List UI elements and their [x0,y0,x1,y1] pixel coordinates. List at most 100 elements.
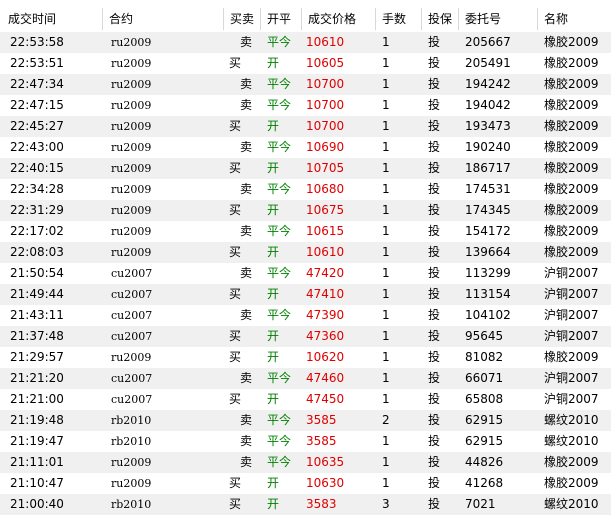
order-no-cell: 62915 [465,413,504,427]
trade-time-cell: 21:19:47 [10,434,64,448]
name-cell: 橡胶2009 [544,77,599,91]
table-row[interactable]: 22:47:15 ru2009 卖 平今 10700 1 投 194042 橡胶2009 [0,95,611,116]
price-cell: 10635 [306,455,345,469]
table-row[interactable]: 22:34:28 ru2009 卖 平今 10680 1 投 174531 橡胶2009 [0,179,611,200]
order-no-cell: 113154 [465,287,511,301]
contract-cell: cu2007 [111,288,153,301]
open-close-cell: 开 [267,329,280,343]
side-cell: 卖 [239,224,252,238]
table-row[interactable]: 21:21:00 cu2007 买 开 47450 1 投 65808 沪铜2007 [0,389,611,410]
table-row[interactable]: 21:29:57 ru2009 买 开 10620 1 投 81082 橡胶2009 [0,347,611,368]
side-cell: 买 [229,161,242,175]
hedge-cell: 投 [428,56,441,70]
hedge-cell: 投 [428,35,441,49]
table-row[interactable]: 21:11:01 ru2009 卖 平今 10635 1 投 44826 橡胶2009 [0,452,611,473]
contract-cell: ru2009 [111,456,152,469]
trade-time-cell: 21:50:54 [10,266,64,280]
table-row[interactable]: 22:47:34 ru2009 卖 平今 10700 1 投 194242 橡胶2009 [0,74,611,95]
side-cell: 买 [229,329,242,343]
name-cell: 橡胶2009 [544,161,599,175]
hedge-cell: 投 [428,476,441,490]
table-row[interactable]: 21:50:54 cu2007 卖 平今 47420 1 投 113299 沪铜2007 [0,263,611,284]
qty-cell: 1 [382,140,390,154]
side-cell: 卖 [239,308,252,322]
contract-cell: ru2009 [111,99,152,112]
open-close-cell: 开 [267,119,280,133]
trade-history-table: 成交时间 合约 买卖 开平 成交价格 手数 投保 委托号 名称 22:53:58… [0,0,611,519]
side-cell: 卖 [239,434,252,448]
column-header-order-no[interactable]: 委托号 [459,8,538,30]
table-row[interactable]: 21:19:48 rb2010 卖 平今 3585 2 投 62915 螺纹2010 [0,410,611,431]
price-cell: 10615 [306,224,345,238]
price-cell: 10610 [306,245,345,259]
table-row[interactable]: 22:43:00 ru2009 卖 平今 10690 1 投 190240 橡胶2009 [0,137,611,158]
column-header-open-close[interactable]: 开平 [261,8,302,30]
hedge-cell: 投 [428,455,441,469]
table-row[interactable]: 22:53:58 ru2009 卖 平今 10610 1 投 205667 橡胶2009 [0,32,611,53]
open-close-cell: 平今 [267,413,292,427]
price-cell: 10680 [306,182,345,196]
side-cell: 卖 [239,182,252,196]
open-close-cell: 平今 [267,371,292,385]
table-row[interactable]: 21:21:20 cu2007 卖 平今 47460 1 投 66071 沪铜2007 [0,368,611,389]
side-cell: 买 [229,497,242,511]
qty-cell: 1 [382,77,390,91]
contract-cell: ru2009 [111,120,152,133]
contract-cell: cu2007 [111,372,153,385]
table-row[interactable]: 21:49:44 cu2007 买 开 47410 1 投 113154 沪铜2007 [0,284,611,305]
open-close-cell: 开 [267,161,280,175]
qty-cell: 1 [382,455,390,469]
table-row[interactable]: 21:19:47 rb2010 卖 平今 3585 1 投 62915 螺纹2010 [0,431,611,452]
column-header-name[interactable]: 名称 [538,8,611,30]
open-close-cell: 开 [267,287,280,301]
table-row[interactable]: 22:31:29 ru2009 买 开 10675 1 投 174345 橡胶2009 [0,200,611,221]
price-cell: 47390 [306,308,345,322]
contract-cell: ru2009 [111,162,152,175]
order-no-cell: 44826 [465,455,504,469]
qty-cell: 1 [382,224,390,238]
price-cell: 47460 [306,371,345,385]
contract-cell: ru2009 [111,351,152,364]
column-header-hedge[interactable]: 投保 [422,8,459,30]
table-row[interactable]: 22:17:02 ru2009 卖 平今 10615 1 投 154172 橡胶2009 [0,221,611,242]
column-header-qty[interactable]: 手数 [376,8,422,30]
price-cell: 10705 [306,161,345,175]
price-cell: 10610 [306,35,345,49]
price-cell: 10630 [306,476,345,490]
qty-cell: 1 [382,182,390,196]
hedge-cell: 投 [428,497,441,511]
table-row[interactable]: 22:45:27 ru2009 买 开 10700 1 投 193473 橡胶2009 [0,116,611,137]
order-no-cell: 194242 [465,77,511,91]
name-cell: 螺纹2010 [544,497,599,511]
open-close-cell: 开 [267,392,280,406]
table-row[interactable]: 22:40:15 ru2009 买 开 10705 1 投 186717 橡胶2009 [0,158,611,179]
open-close-cell: 开 [267,203,280,217]
hedge-cell: 投 [428,350,441,364]
table-header: 成交时间 合约 买卖 开平 成交价格 手数 投保 委托号 名称 [0,8,611,30]
order-no-cell: 7021 [465,497,496,511]
side-cell: 买 [229,245,242,259]
table-row[interactable]: 22:53:51 ru2009 买 开 10605 1 投 205491 橡胶2009 [0,53,611,74]
column-header-time[interactable]: 成交时间 [0,8,103,30]
open-close-cell: 平今 [267,98,292,112]
qty-cell: 1 [382,329,390,343]
qty-cell: 1 [382,371,390,385]
side-cell: 卖 [239,371,252,385]
side-cell: 卖 [239,140,252,154]
column-header-contract[interactable]: 合约 [103,8,224,30]
hedge-cell: 投 [428,224,441,238]
table-row[interactable]: 22:08:03 ru2009 买 开 10610 1 投 139664 橡胶2009 [0,242,611,263]
column-header-price[interactable]: 成交价格 [302,8,376,30]
table-row[interactable]: 21:10:47 ru2009 买 开 10630 1 投 41268 橡胶2009 [0,473,611,494]
trade-time-cell: 22:47:15 [10,98,64,112]
table-row[interactable]: 21:37:48 cu2007 买 开 47360 1 投 95645 沪铜2007 [0,326,611,347]
price-cell: 10675 [306,203,345,217]
open-close-cell: 平今 [267,77,292,91]
column-header-side[interactable]: 买卖 [224,8,261,30]
hedge-cell: 投 [428,182,441,196]
price-cell: 10700 [306,98,345,112]
table-row[interactable]: 21:43:11 cu2007 卖 平今 47390 1 投 104102 沪铜2007 [0,305,611,326]
table-row[interactable]: 21:00:40 rb2010 买 开 3583 3 投 7021 螺纹2010 [0,494,611,515]
price-cell: 10700 [306,77,345,91]
order-no-cell: 139664 [465,245,511,259]
